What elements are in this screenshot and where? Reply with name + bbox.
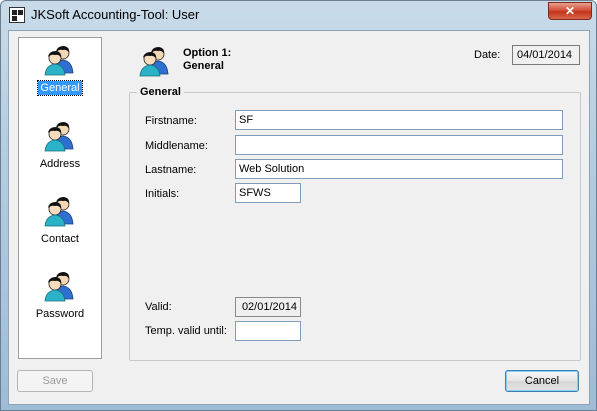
nav-item-label: Address (39, 158, 81, 170)
middlename-input[interactable] (235, 135, 563, 155)
close-icon: ✕ (564, 4, 576, 18)
date-field: 04/01/2014 (512, 45, 580, 65)
lastname-label: Lastname: (145, 164, 197, 176)
lastname-input[interactable]: Web Solution (235, 159, 563, 179)
nav-item-general[interactable]: General (19, 44, 101, 100)
temp-valid-label: Temp. valid until: (145, 325, 227, 337)
option-name: General (183, 60, 224, 72)
temp-valid-input[interactable] (235, 321, 301, 341)
save-button[interactable]: Save (17, 370, 93, 392)
nav-item-password[interactable]: Password (19, 270, 101, 326)
app-window: JKSoft Accounting-Tool: User ✕ General A… (0, 0, 597, 411)
nav-item-label: Contact (41, 233, 79, 245)
general-group-title: General (137, 86, 184, 98)
nav-item-label: General (37, 80, 83, 96)
users-icon (44, 196, 74, 227)
firstname-label: Firstname: (145, 115, 197, 127)
app-icon (9, 7, 25, 23)
options-nav: General Address Contact Password (18, 37, 102, 359)
initials-input[interactable]: SFWS (235, 183, 301, 203)
general-groupbox (129, 92, 581, 361)
nav-item-address[interactable]: Address (19, 120, 101, 176)
nav-item-contact[interactable]: Contact (19, 195, 101, 251)
close-button[interactable]: ✕ (548, 2, 592, 20)
date-label: Date: (474, 49, 501, 61)
title-bar[interactable]: JKSoft Accounting-Tool: User ✕ (1, 1, 596, 29)
initials-label: Initials: (145, 188, 180, 200)
option-title: Option 1: General (183, 47, 231, 73)
users-icon (139, 46, 169, 77)
option-number: Option 1: (183, 47, 232, 59)
middlename-label: Middlename: (145, 140, 208, 152)
valid-date-field[interactable]: 02/01/2014 (235, 297, 301, 317)
cancel-button[interactable]: Cancel (505, 370, 579, 392)
users-icon (44, 271, 74, 302)
dialog-body: General Address Contact Password Option … (8, 30, 590, 405)
firstname-input[interactable]: SF (235, 110, 563, 130)
window-title: JKSoft Accounting-Tool: User (31, 7, 200, 22)
nav-item-label: Password (35, 308, 85, 320)
users-icon (44, 45, 74, 76)
valid-label: Valid: (145, 301, 172, 313)
users-icon (44, 121, 74, 152)
